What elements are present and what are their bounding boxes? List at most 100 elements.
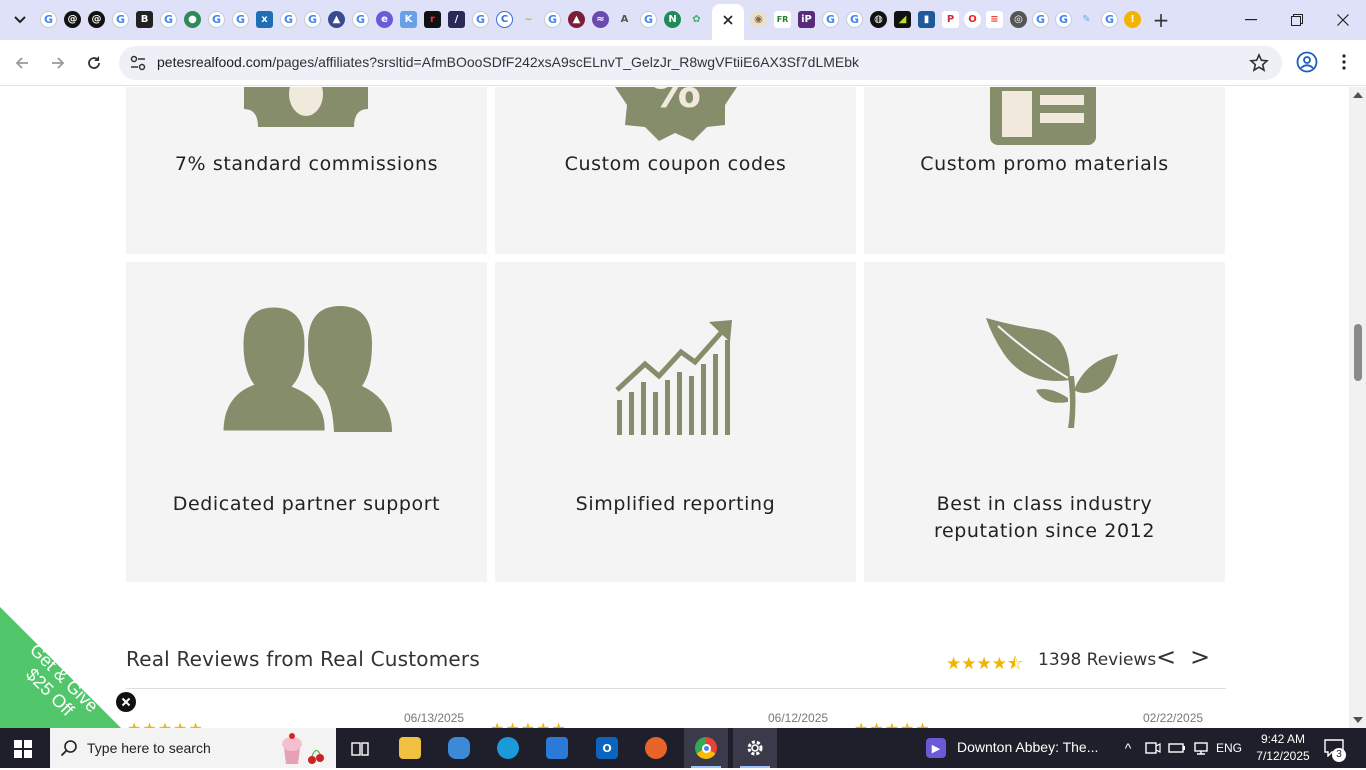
tab-google[interactable]: G — [822, 11, 839, 28]
task-view-icon[interactable] — [349, 737, 371, 759]
scroll-up-arrow[interactable] — [1353, 92, 1363, 98]
reviews-next-button[interactable]: > — [1190, 643, 1210, 671]
tab-r-site[interactable]: r — [424, 11, 441, 28]
tab-k-site[interactable]: K — [400, 11, 417, 28]
media-app-icon[interactable]: ▶ — [926, 738, 946, 758]
tab-alert-site[interactable]: ! — [1124, 11, 1141, 28]
reviews-prev-button[interactable]: < — [1156, 643, 1176, 671]
tab-cap-site[interactable]: ▲ — [568, 11, 585, 28]
back-button[interactable] — [9, 50, 35, 76]
tab-stripes-site[interactable]: ≡ — [986, 11, 1003, 28]
reload-button[interactable] — [81, 50, 107, 76]
tab-ak-site[interactable]: A — [616, 11, 633, 28]
promo-ribbon[interactable]: Get & Give $25 Off — [0, 607, 121, 728]
tab-google[interactable]: G — [40, 11, 57, 28]
tab-seal-site[interactable]: ◉ — [750, 11, 767, 28]
forward-button[interactable] — [45, 50, 71, 76]
chrome-icon[interactable] — [695, 737, 717, 759]
tab-threads[interactable]: @ — [64, 11, 81, 28]
search-icon — [60, 740, 77, 757]
tab-flag-site[interactable]: P — [942, 11, 959, 28]
tab-slash-site[interactable]: / — [448, 11, 465, 28]
tab-strip: G @ @ G B G ● G G x G G ▲ G e K r / G C … — [0, 0, 1366, 40]
scroll-thumb[interactable] — [1354, 324, 1362, 381]
tab-google[interactable]: G — [1032, 11, 1049, 28]
tab-school-site[interactable]: ▲ — [328, 11, 345, 28]
url-text[interactable]: petesrealfood.com/pages/affiliates?srslt… — [157, 54, 859, 70]
page-scrollbar[interactable] — [1349, 87, 1366, 728]
rating-stars: ★★★★⯪ — [946, 654, 1024, 674]
tab-n-site[interactable]: N — [664, 11, 681, 28]
feature-card-support: Dedicated partner support — [126, 262, 487, 582]
tab-threads[interactable]: @ — [88, 11, 105, 28]
settings-gear-icon[interactable] — [744, 737, 766, 759]
tab-wave-site[interactable]: ~ — [520, 11, 537, 28]
windows-start-icon[interactable] — [14, 740, 32, 758]
url-host: petesrealfood.com — [157, 54, 273, 70]
edge-icon[interactable] — [497, 737, 519, 759]
tab-google[interactable]: G — [208, 11, 225, 28]
bookmark-star-icon[interactable] — [1249, 53, 1269, 73]
tab-purple-site[interactable]: ≈ — [592, 11, 609, 28]
tab-globe-site[interactable]: ◎ — [1010, 11, 1027, 28]
tab-pen-site[interactable]: ✎ — [1078, 11, 1095, 28]
tab-google[interactable]: G — [640, 11, 657, 28]
tab-c-site[interactable]: C — [496, 11, 513, 28]
tab-google[interactable]: G — [846, 11, 863, 28]
review-date: 06/12/2025 — [768, 711, 829, 725]
tab-xf-site[interactable]: x — [256, 11, 273, 28]
media-title[interactable]: Downton Abbey: The... — [957, 739, 1098, 755]
minimize-button[interactable] — [1228, 0, 1274, 40]
tab-green-site[interactable]: ◢ — [894, 11, 911, 28]
tab-opera-site[interactable]: O — [964, 11, 981, 28]
tab-frn-site[interactable]: FR — [774, 11, 791, 28]
clock-time[interactable]: 9:42 AM — [1252, 732, 1314, 746]
language-indicator[interactable]: ENG — [1216, 741, 1242, 755]
meet-icon[interactable] — [1144, 737, 1162, 759]
taskbar-search[interactable]: Type here to search — [50, 728, 336, 768]
card-label: Custom coupon codes — [564, 153, 787, 175]
tab-close-icon[interactable] — [719, 11, 736, 28]
tab-google[interactable]: G — [112, 11, 129, 28]
notification-count: 3 — [1332, 748, 1346, 762]
outlook-icon[interactable]: O — [596, 737, 618, 759]
tab-google[interactable]: G — [1101, 11, 1118, 28]
network-icon[interactable] — [1192, 737, 1210, 759]
tab-globe-site[interactable]: ● — [184, 11, 201, 28]
feature-card-coupons: % Custom coupon codes — [495, 87, 856, 254]
battery-icon[interactable] — [1168, 737, 1186, 759]
tab-ip-site[interactable]: iP — [798, 11, 815, 28]
search-placeholder: Type here to search — [87, 740, 211, 756]
tab-chart-site[interactable]: ▮ — [918, 11, 935, 28]
tab-circle-site[interactable]: e — [376, 11, 393, 28]
tab-b-site[interactable]: B — [136, 11, 153, 28]
tab-search-button[interactable] — [8, 8, 32, 32]
promo-close-button[interactable] — [116, 692, 136, 712]
address-bar[interactable]: petesrealfood.com/pages/affiliates?srslt… — [119, 46, 1282, 80]
tab-google[interactable]: G — [472, 11, 489, 28]
copilot-icon[interactable] — [448, 737, 470, 759]
tab-clover-site[interactable]: ✿ — [688, 11, 705, 28]
new-tab-button[interactable]: + — [1150, 8, 1172, 32]
tab-google[interactable]: G — [352, 11, 369, 28]
close-window-button[interactable] — [1320, 0, 1366, 40]
tab-ball-site[interactable]: ◍ — [870, 11, 887, 28]
restore-button[interactable] — [1274, 0, 1320, 40]
file-explorer-icon[interactable] — [399, 737, 421, 759]
scroll-down-arrow[interactable] — [1353, 717, 1363, 723]
firefox-icon[interactable] — [645, 737, 667, 759]
browser-menu-button[interactable] — [1335, 51, 1353, 73]
tab-google[interactable]: G — [280, 11, 297, 28]
profile-icon[interactable] — [1296, 51, 1318, 73]
store-icon[interactable] — [546, 737, 568, 759]
site-info-icon[interactable] — [129, 54, 147, 72]
tab-google[interactable]: G — [160, 11, 177, 28]
tab-google[interactable]: G — [544, 11, 561, 28]
tab-google[interactable]: G — [304, 11, 321, 28]
clock-date[interactable]: 7/12/2025 — [1252, 749, 1314, 763]
tab-google[interactable]: G — [232, 11, 249, 28]
card-label: 7% standard commissions — [174, 153, 439, 175]
tab-google[interactable]: G — [1055, 11, 1072, 28]
tray-chevron-icon[interactable]: ^ — [1120, 740, 1136, 756]
review-count[interactable]: 1398 Reviews — [1038, 650, 1156, 670]
